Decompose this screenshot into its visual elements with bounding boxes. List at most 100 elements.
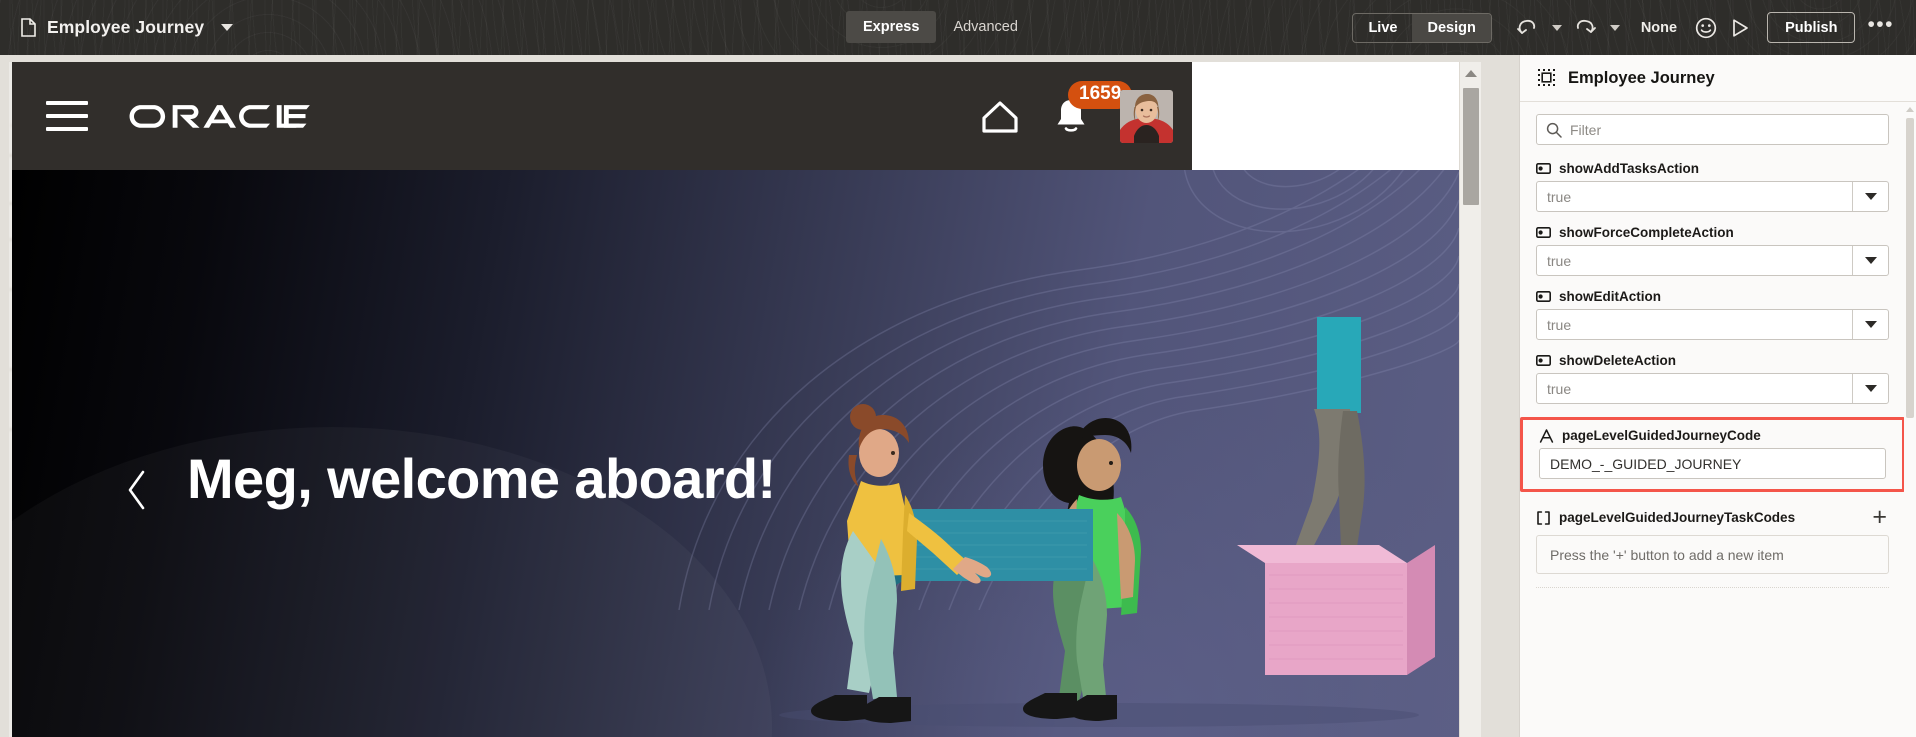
chevron-down-icon	[1609, 24, 1620, 31]
dropdown-toggle[interactable]	[1852, 182, 1888, 211]
play-icon	[1733, 18, 1748, 37]
redo-button[interactable]	[1569, 11, 1603, 45]
property-label: showAddTasksAction	[1536, 161, 1889, 176]
chevron-down-icon	[1864, 193, 1877, 200]
hero-heading: Meg, welcome aboard!	[187, 447, 776, 510]
property-name: showEditAction	[1559, 289, 1661, 304]
chevron-down-icon	[1864, 385, 1877, 392]
property-label: showDeleteAction	[1536, 353, 1889, 368]
chevron-down-icon	[1864, 257, 1877, 264]
boolean-type-icon	[1536, 291, 1551, 302]
panel-header: Employee Journey	[1520, 55, 1916, 102]
publish-button[interactable]: Publish	[1767, 12, 1856, 43]
array-empty-state: Press the '+' button to add a new item	[1536, 535, 1889, 574]
hamburger-menu-icon[interactable]	[46, 101, 88, 131]
panel-title: Employee Journey	[1568, 68, 1715, 87]
visual-builder-window: Employee Journey Express Advanced Live D…	[0, 0, 1916, 737]
property-value: true	[1547, 252, 1572, 269]
array-type-icon	[1537, 510, 1550, 525]
dropdown-toggle[interactable]	[1852, 310, 1888, 339]
property-row-highlighted: pageLevelGuidedJourneyCode DEMO_-_GUIDED…	[1520, 417, 1905, 492]
app-header-actions: 1659	[978, 81, 1173, 143]
string-type-icon	[1539, 428, 1554, 443]
properties-panel: Employee Journey showAddTasksAction	[1519, 55, 1916, 737]
design-canvas-area: 1659 Meg, welcome aboard!	[0, 55, 1519, 737]
toggle-design[interactable]: Design	[1412, 13, 1491, 42]
property-dropdown[interactable]: true	[1536, 245, 1889, 276]
scroll-up-arrow-icon[interactable]	[1464, 70, 1477, 77]
property-name: pageLevelGuidedJourneyCode	[1562, 428, 1761, 443]
tab-advanced[interactable]: Advanced	[936, 11, 1035, 43]
undo-icon	[1517, 19, 1536, 34]
scroll-up-arrow-icon[interactable]	[1906, 107, 1914, 112]
undo-history-button[interactable]	[1545, 13, 1569, 43]
canvas-vertical-scrollbar[interactable]	[1459, 62, 1481, 737]
undo-button[interactable]	[1511, 11, 1545, 45]
figure-yellow	[811, 404, 992, 723]
dropdown-toggle[interactable]	[1852, 374, 1888, 403]
add-item-button[interactable]: +	[1872, 505, 1889, 530]
property-row: showAddTasksAction true	[1536, 161, 1889, 212]
oracle-app-header: 1659	[12, 62, 1192, 170]
scrollbar-thumb[interactable]	[1906, 118, 1914, 418]
property-row: showEditAction true	[1536, 289, 1889, 340]
pink-box	[1237, 545, 1435, 675]
boolean-type-icon	[1536, 355, 1551, 366]
property-value: DEMO_-_GUIDED_JOURNEY	[1550, 455, 1742, 472]
row-divider	[1536, 587, 1889, 588]
property-name: showForceCompleteAction	[1559, 225, 1734, 240]
scrollbar-thumb[interactable]	[1463, 88, 1479, 205]
search-icon	[1546, 122, 1562, 138]
overflow-menu-button[interactable]: •••	[1859, 14, 1902, 41]
welcome-hero-banner: Meg, welcome aboard!	[12, 170, 1459, 737]
preview-button[interactable]	[1723, 11, 1757, 45]
panel-vertical-scrollbar[interactable]	[1904, 102, 1916, 737]
dropdown-toggle[interactable]	[1852, 246, 1888, 275]
property-label: pageLevelGuidedJourneyCode	[1539, 428, 1886, 443]
array-property-header: pageLevelGuidedJourneyTaskCodes +	[1536, 505, 1889, 530]
feedback-button[interactable]	[1689, 11, 1723, 45]
page-title: Employee Journey	[47, 17, 205, 37]
chevron-left-icon[interactable]	[124, 468, 150, 512]
chevron-down-icon	[1864, 321, 1877, 328]
property-dropdown[interactable]: true	[1536, 373, 1889, 404]
property-row: showDeleteAction true	[1536, 353, 1889, 404]
property-name: pageLevelGuidedJourneyTaskCodes	[1559, 510, 1796, 525]
filter-field[interactable]	[1536, 114, 1889, 145]
avatar[interactable]	[1120, 89, 1173, 143]
tab-express[interactable]: Express	[846, 11, 937, 43]
top-toolbar: Employee Journey Express Advanced Live D…	[0, 0, 1916, 55]
home-icon[interactable]	[978, 96, 1022, 136]
property-row: showForceCompleteAction true	[1536, 225, 1889, 276]
chevron-down-icon[interactable]	[221, 24, 234, 31]
page-preview: 1659 Meg, welcome aboard!	[12, 62, 1459, 737]
property-text-field[interactable]: DEMO_-_GUIDED_JOURNEY	[1539, 448, 1886, 479]
notifications-button[interactable]: 1659	[1052, 81, 1133, 137]
property-name: showAddTasksAction	[1559, 161, 1700, 176]
property-label: pageLevelGuidedJourneyTaskCodes	[1536, 510, 1795, 525]
smiley-face-icon	[1695, 17, 1717, 38]
people-carrying-boxes-illustration	[779, 317, 1435, 727]
document-icon	[21, 18, 36, 37]
redo-icon	[1577, 19, 1597, 33]
property-label: showForceCompleteAction	[1536, 225, 1889, 240]
mode-switcher: Express Advanced	[846, 11, 1035, 43]
panel-body: showAddTasksAction true showForceComple	[1520, 102, 1905, 737]
property-dropdown[interactable]: true	[1536, 181, 1889, 212]
redo-history-button[interactable]	[1603, 13, 1627, 43]
document-title-group[interactable]: Employee Journey	[21, 17, 234, 38]
chevron-down-icon	[1551, 24, 1562, 31]
component-outline-icon	[1538, 69, 1555, 86]
property-label: showEditAction	[1536, 289, 1889, 304]
search-input[interactable]	[1570, 121, 1860, 138]
boolean-type-icon	[1536, 163, 1551, 174]
property-value: true	[1547, 380, 1572, 397]
property-dropdown[interactable]: true	[1536, 309, 1889, 340]
oracle-logo	[129, 104, 310, 128]
user-avatar-image	[1120, 89, 1173, 143]
property-row: pageLevelGuidedJourneyTaskCodes + Press …	[1536, 505, 1889, 588]
selection-label: None	[1640, 19, 1678, 36]
boolean-type-icon	[1536, 227, 1551, 238]
toggle-live[interactable]: Live	[1353, 14, 1412, 42]
toolbar-right-group: Live Design None Publish •••	[1352, 0, 1902, 55]
